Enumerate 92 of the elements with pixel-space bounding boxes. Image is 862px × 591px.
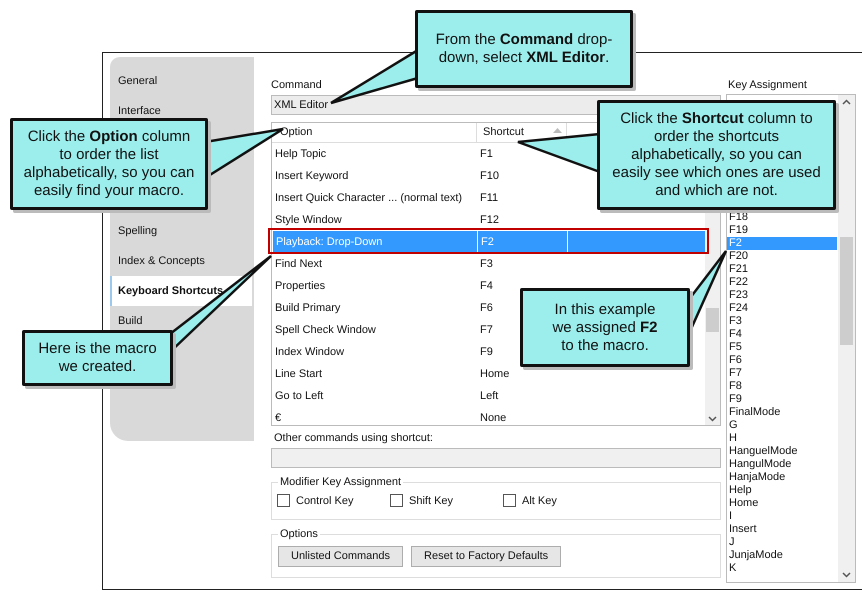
option-cell-text: Build Primary (274, 300, 342, 316)
table-row[interactable]: Line Start Home (272, 363, 517, 385)
key-item[interactable]: H (727, 432, 837, 445)
table-row[interactable]: Properties F4 (272, 275, 517, 297)
table-row[interactable]: Find Next F3 (272, 253, 517, 275)
key-item[interactable]: F23 (727, 289, 837, 302)
option-cell-text: Find Next (274, 256, 324, 272)
key-item[interactable]: F21 (727, 263, 837, 276)
key-item[interactable]: HanguelMode (727, 445, 837, 458)
option-button[interactable]: Reset to Factory Defaults (411, 546, 562, 566)
other-commands-label: Other commands using shortcut: (273, 431, 434, 445)
shortcut-cell-text: F6 (479, 300, 494, 316)
key-item[interactable]: F24 (727, 302, 837, 315)
table-row[interactable]: € None (272, 407, 517, 425)
shortcut-cell-text: F2 (480, 234, 495, 250)
shortcut-cell-text: F9 (479, 344, 494, 360)
option-button[interactable]: Unlisted Commands (278, 546, 404, 566)
shortcut-cell-text: F4 (479, 278, 494, 294)
checkbox[interactable] (277, 494, 290, 508)
sidebar-item[interactable]: General (110, 74, 158, 88)
chevron-down-icon[interactable] (708, 416, 717, 422)
key-item[interactable]: I (727, 510, 837, 523)
chevron-down-icon[interactable] (842, 572, 851, 578)
key-item[interactable]: G (727, 419, 837, 432)
key-item[interactable]: FinalMode (727, 406, 837, 419)
modifier-checkbox[interactable]: Control Key (277, 492, 390, 509)
command-label: Command (271, 78, 323, 92)
key-assignment-label: Key Assignment (727, 78, 808, 92)
table-row[interactable]: Build Primary F6 (272, 297, 517, 319)
group-title: Options (279, 527, 319, 542)
option-cell-text: Index Window (274, 344, 346, 360)
modifier-checkbox[interactable]: Shift Key (390, 492, 503, 509)
table-row[interactable]: Help Topic F1 (272, 143, 517, 165)
option-cell-text: Style Window (274, 212, 343, 228)
option-cell-text: Line Start (274, 366, 324, 382)
sidebar-item[interactable]: Build (110, 314, 142, 328)
key-item[interactable]: F6 (727, 354, 837, 367)
option-cell: Playback: Drop-Down (273, 231, 478, 253)
chevron-up-icon[interactable] (842, 99, 851, 105)
shortcut-cell-text: F1 (479, 146, 494, 162)
shortcut-cell-text: Home (479, 366, 510, 382)
checkbox[interactable] (503, 494, 516, 508)
option-cell-text: Help Topic (274, 146, 328, 162)
table-row[interactable]: Index Window F9 (272, 341, 517, 363)
key-item[interactable]: Insert (727, 523, 837, 536)
option-cell-text: Go to Left (274, 388, 324, 404)
sidebar-item[interactable]: Spelling (110, 224, 158, 238)
key-item[interactable]: HangulMode (727, 458, 837, 471)
key-item[interactable]: F9 (727, 393, 837, 406)
table-row[interactable]: Insert Keyword F10 (272, 165, 517, 187)
table-row[interactable]: Go to Left Left (272, 385, 517, 407)
modifier-checkbox[interactable]: Alt Key (503, 492, 603, 509)
key-item[interactable]: Help (727, 484, 837, 497)
group-title: Modifier Key Assignment (279, 475, 402, 490)
key-item[interactable]: F19 (727, 224, 837, 237)
key-item[interactable]: HanjaMode (727, 471, 837, 484)
table-row[interactable]: Insert Quick Character ... (normal text) F11 (272, 187, 517, 209)
table-row[interactable]: Style Window F12 (272, 209, 517, 231)
key-item[interactable]: F8 (727, 380, 837, 393)
option-cell-text: Properties (274, 278, 326, 294)
key-item[interactable]: J (727, 536, 837, 549)
checkbox[interactable] (390, 494, 403, 508)
key-item[interactable]: F5 (727, 341, 837, 354)
shortcut-cell-text: F12 (479, 212, 500, 228)
shortcut-cell-text: Left (479, 388, 500, 404)
key-item[interactable]: F7 (727, 367, 837, 380)
shortcut-cell-text: None (479, 410, 508, 425)
option-cell-text: Insert Keyword (274, 168, 350, 184)
sidebar-item[interactable]: Index & Concepts (110, 254, 205, 268)
key-item[interactable]: F22 (727, 276, 837, 289)
other-commands-field[interactable] (271, 448, 721, 468)
scrollbar-thumb[interactable] (706, 308, 719, 332)
table-row[interactable]: Spell Check Window F7 (272, 319, 517, 341)
sidebar-item[interactable]: Keyboard Shortcuts (110, 276, 252, 306)
key-item[interactable]: F3 (727, 315, 837, 328)
key-item[interactable]: JunjaMode (727, 549, 837, 562)
option-cell-text: Insert Quick Character ... (normal text) (274, 190, 464, 206)
shortcut-cell-text: F7 (479, 322, 494, 338)
key-item[interactable]: F4 (727, 328, 837, 341)
sidebar-item[interactable]: Interface (110, 104, 161, 118)
scrollbar-thumb[interactable] (840, 237, 853, 345)
callout-tooltip: Here is the macro we created. (22, 330, 173, 386)
option-cell-text: € (274, 410, 282, 425)
shortcut-cell-text: F3 (479, 256, 494, 272)
shortcut-cell-text: F11 (479, 190, 500, 206)
callout-tooltip: Click the Shortcut column to order the shortcuts alphabetically, so you can easily see which ones are used and which are not. (597, 100, 836, 210)
shortcut-cell-text: F10 (479, 168, 500, 184)
key-item[interactable]: K (727, 562, 837, 575)
scrollbar[interactable] (838, 95, 855, 582)
key-item[interactable]: F20 (727, 250, 837, 263)
option-cell-text: Spell Check Window (274, 322, 377, 338)
key-item[interactable]: Home (727, 497, 837, 510)
